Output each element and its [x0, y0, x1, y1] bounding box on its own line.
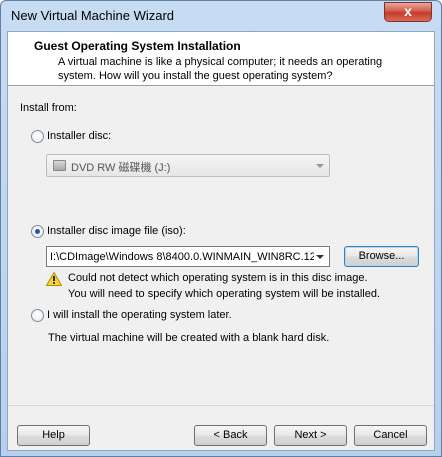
title-bar[interactable]: New Virtual Machine Wizard x — [1, 1, 441, 31]
back-button[interactable]: < Back — [194, 425, 267, 446]
cancel-button[interactable]: Cancel — [354, 425, 427, 446]
installer-iso-radio[interactable] — [31, 225, 44, 238]
warning-icon — [46, 272, 62, 286]
install-later-radio[interactable] — [31, 309, 44, 322]
iso-path-combo[interactable] — [46, 246, 330, 267]
help-button[interactable]: Help — [17, 425, 90, 446]
dvd-drive-icon — [53, 160, 66, 171]
page-title: Guest Operating System Installation — [34, 39, 241, 53]
footer-divider — [8, 405, 434, 406]
chevron-down-icon[interactable] — [316, 255, 324, 259]
browse-button[interactable]: Browse... — [344, 246, 419, 267]
iso-path-input[interactable] — [47, 247, 317, 266]
window-title: New Virtual Machine Wizard — [11, 8, 175, 23]
installer-disc-label[interactable]: Installer disc: — [47, 130, 111, 142]
drive-select[interactable]: DVD RW 磁碟機 (J:) — [46, 154, 330, 177]
drive-select-value: DVD RW 磁碟機 (J:) — [71, 162, 171, 174]
warning-line-1: Could not detect which operating system … — [68, 272, 368, 284]
wizard-window: New Virtual Machine Wizard x Guest Opera… — [0, 0, 442, 457]
next-button[interactable]: Next > — [274, 425, 347, 446]
installer-disc-radio[interactable] — [31, 130, 44, 143]
install-from-label: Install from: — [20, 102, 77, 114]
wizard-client-area: Guest Operating System Installation A vi… — [7, 31, 435, 451]
install-later-label[interactable]: I will install the operating system late… — [47, 309, 232, 321]
close-button[interactable]: x — [384, 2, 432, 22]
close-icon: x — [404, 3, 412, 19]
warning-line-2: You will need to specify which operating… — [68, 288, 381, 300]
chevron-down-icon — [316, 164, 324, 168]
install-later-note: The virtual machine will be created with… — [48, 332, 330, 344]
wizard-header: Guest Operating System Installation A vi… — [8, 32, 434, 86]
page-description: A virtual machine is like a physical com… — [58, 56, 383, 82]
installer-iso-label[interactable]: Installer disc image file (iso): — [47, 225, 186, 237]
